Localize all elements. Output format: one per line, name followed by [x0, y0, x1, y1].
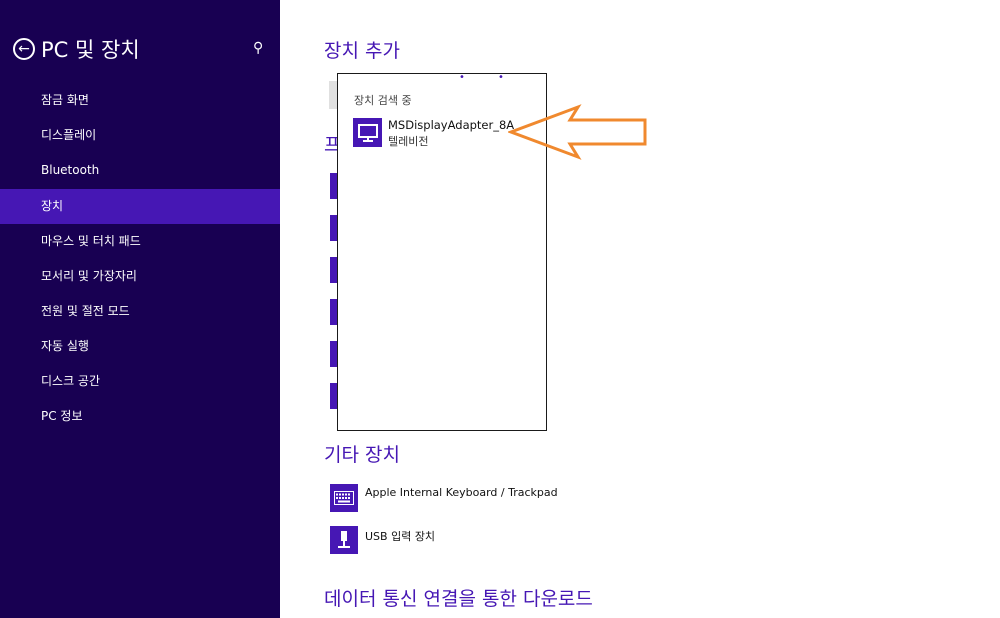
device-label-usb-input[interactable]: USB 입력 장치	[365, 528, 435, 544]
sidebar-item-power-sleep[interactable]: 전원 및 절전 모드	[0, 294, 280, 329]
other-devices-heading: 기타 장치	[324, 444, 400, 466]
progress-dot: •	[498, 72, 504, 83]
sidebar-item-mouse-touchpad[interactable]: 마우스 및 터치 패드	[0, 224, 280, 259]
sidebar-item-disk-space[interactable]: 디스크 공간	[0, 364, 280, 399]
sidebar-item-display[interactable]: 디스플레이	[0, 118, 280, 153]
sidebar-item-bluetooth[interactable]: Bluetooth	[0, 153, 280, 188]
add-device-heading: 장치 추가	[324, 40, 400, 62]
progress-dot: •	[459, 72, 465, 83]
sidebar-item-devices[interactable]: 장치	[0, 189, 280, 224]
sidebar-item-corners-edges[interactable]: 모서리 및 가장자리	[0, 259, 280, 294]
annotation-arrow-icon	[508, 104, 647, 160]
back-arrow-icon[interactable]: ←	[13, 38, 35, 60]
search-icon[interactable]: ⚲	[253, 40, 263, 56]
device-label-keyboard[interactable]: Apple Internal Keyboard / Trackpad	[365, 486, 558, 499]
sidebar-item-lock-screen[interactable]: 잠금 화면	[0, 83, 280, 118]
sidebar: ← PC 및 장치 ⚲ 잠금 화면 디스플레이 Bluetooth 장치 마우스…	[0, 0, 280, 618]
usb-device-icon[interactable]	[330, 526, 358, 554]
sidebar-item-pc-info[interactable]: PC 정보	[0, 399, 280, 434]
metered-download-heading: 데이터 통신 연결을 통한 다운로드	[324, 588, 593, 610]
sidebar-title: PC 및 장치	[41, 38, 140, 62]
sidebar-item-autoplay[interactable]: 자동 실행	[0, 329, 280, 364]
found-device-type: 텔레비전	[388, 135, 429, 148]
monitor-icon[interactable]	[353, 118, 382, 147]
found-device-name[interactable]: MSDisplayAdapter_8A	[388, 118, 514, 132]
search-status: 장치 검색 중	[354, 94, 412, 107]
keyboard-icon[interactable]	[330, 484, 358, 512]
